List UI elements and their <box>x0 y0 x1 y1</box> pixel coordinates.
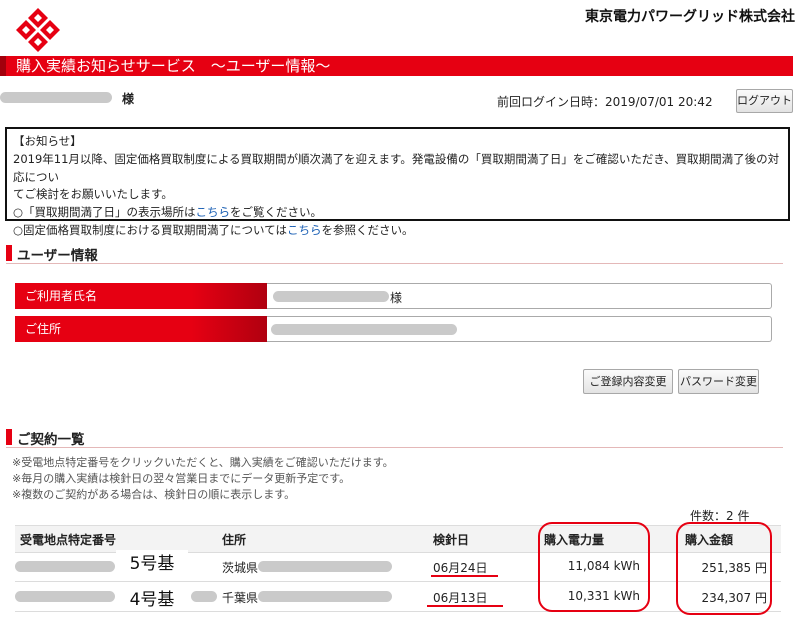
notice-line: ○固定価格買取制度における買取期間満了についてはこちらを参照ください。 <box>13 223 414 237</box>
col-header-supply-point: 受電地点特定番号 <box>20 533 117 547</box>
name-suffix: 様 <box>390 291 403 305</box>
row-divider <box>15 611 781 612</box>
company-name: 東京電力パワーグリッド株式会社 <box>585 9 795 25</box>
company-logo-icon <box>16 8 60 52</box>
section-divider <box>6 447 783 448</box>
section-marker <box>6 245 12 261</box>
amount-highlight-ring <box>676 522 772 615</box>
notice-link-fit-expiry[interactable]: こちら <box>287 223 322 237</box>
service-title-banner: 購入実績お知らせサービス ～ユーザー情報～ <box>0 56 793 76</box>
row-divider <box>15 581 781 582</box>
col-header-address: 住所 <box>222 533 247 547</box>
meter-date: 06月13日 <box>433 591 488 605</box>
change-password-button[interactable]: パスワード変更 <box>678 369 759 394</box>
notice-line: てご検討をお願いいたします。 <box>13 187 173 201</box>
notice-heading: 【お知らせ】 <box>13 134 82 148</box>
supply-point-number-redacted[interactable] <box>15 591 115 602</box>
last-login: 前回ログイン日時：2019/07/01 20:42 <box>497 93 713 110</box>
contracts-table-header <box>15 525 781 553</box>
section-marker <box>6 429 12 445</box>
last-login-label: 前回ログイン日時： <box>497 95 606 109</box>
name-field-label: ご利用者氏名 <box>15 283 267 309</box>
prefecture: 茨城県 <box>222 561 259 575</box>
address-field-value <box>267 316 772 342</box>
supply-point-number-redacted[interactable] <box>15 561 115 572</box>
meter-date: 06月24日 <box>433 561 488 575</box>
redacted <box>191 591 217 602</box>
notice-link-expiry-location[interactable]: こちら <box>196 205 231 219</box>
user-name-redacted <box>0 92 112 103</box>
banner-accent <box>0 56 6 76</box>
address-redacted <box>271 324 457 335</box>
col-header-meter-date: 検針日 <box>433 533 470 547</box>
meter-date-underline <box>427 605 503 607</box>
user-name-suffix: 様 <box>122 92 135 106</box>
notice-line: ○「買取期間満了日」の表示場所はこちらをご覧ください。 <box>13 205 323 219</box>
section-divider <box>6 263 783 264</box>
contracts-note: ※毎月の購入実績は検針日の翌々営業日までにデータ更新予定です。 <box>12 472 351 485</box>
logout-button[interactable]: ログアウト <box>736 89 793 113</box>
unit-label: 5号基 <box>116 550 188 578</box>
address-redacted <box>258 561 392 572</box>
notice-line: 2019年11月以降、固定価格買取制度による買取期間が順次満了を迎えます。発電設… <box>13 152 780 184</box>
notice-box: 【お知らせ】 2019年11月以降、固定価格買取制度による買取期間が順次満了を迎… <box>5 127 790 237</box>
contracts-section-title: ご契約一覧 <box>17 432 85 448</box>
edit-registration-button[interactable]: ご登録内容変更 <box>583 369 673 394</box>
user-info-section-title: ユーザー情報 <box>17 248 98 264</box>
name-redacted <box>273 291 389 302</box>
meter-date-underline <box>431 575 498 577</box>
name-field-value: 様 <box>267 283 772 309</box>
contracts-note: ※受電地点特定番号をクリックいただくと、購入実績をご確認いただけます。 <box>12 456 394 469</box>
table-row: 5号基 茨城県 06月24日 11,084 kWh 251,385 円 <box>15 550 781 581</box>
table-row: 4号基 千葉県 06月13日 10,331 kWh 234,307 円 <box>15 583 781 614</box>
address-redacted <box>258 591 392 602</box>
unit-label: 4号基 <box>116 586 188 614</box>
energy-highlight-ring <box>538 522 650 612</box>
contracts-note: ※複数のご契約がある場合は、検針日の順に表示します。 <box>12 488 296 501</box>
prefecture: 千葉県 <box>222 591 259 605</box>
address-field-label: ご住所 <box>15 316 267 342</box>
last-login-value: 2019/07/01 20:42 <box>605 95 713 109</box>
